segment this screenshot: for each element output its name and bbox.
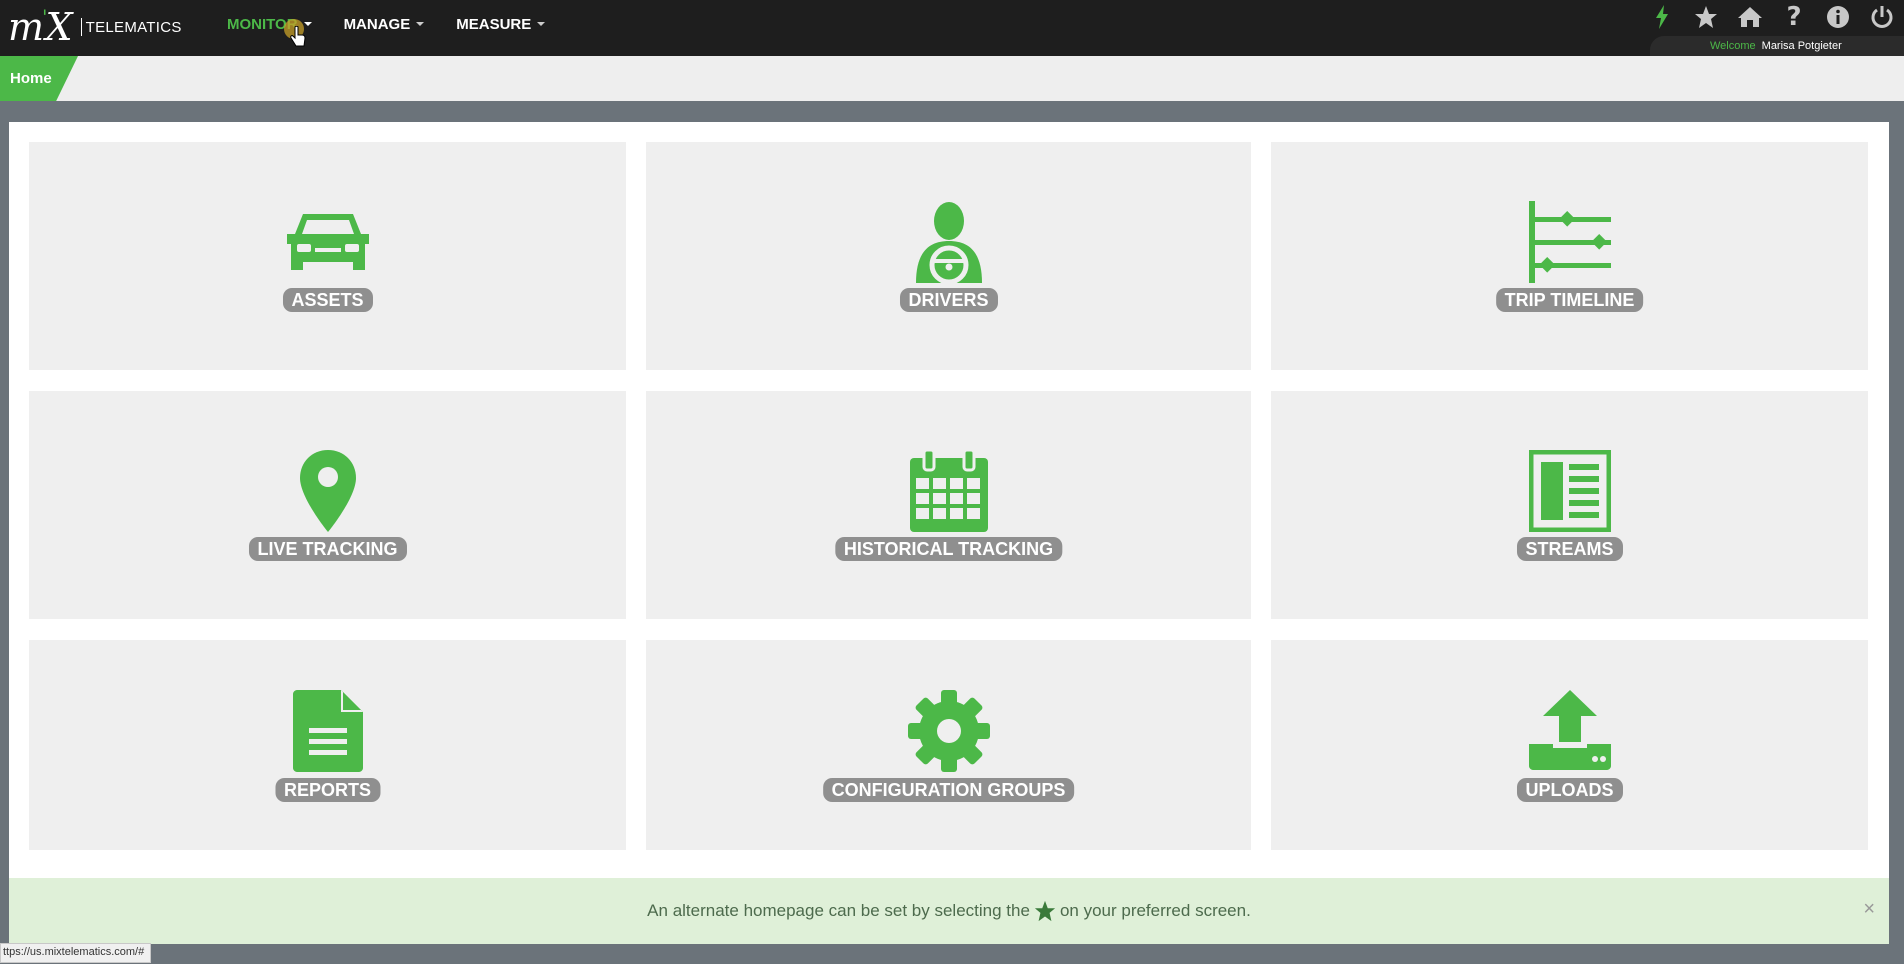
star-icon xyxy=(1034,900,1056,922)
breadcrumb-home[interactable]: Home xyxy=(0,56,78,101)
tile-streams[interactable]: STREAMS xyxy=(1271,391,1868,619)
tile-configuration-groups[interactable]: CONFIGURATION GROUPS xyxy=(646,640,1251,850)
tile-live-tracking[interactable]: LIVE TRACKING xyxy=(29,391,626,619)
upload-icon xyxy=(1528,690,1611,775)
tile-live-tracking-label: LIVE TRACKING xyxy=(248,537,407,561)
chevron-down-icon xyxy=(537,22,546,26)
welcome-label: Welcome xyxy=(1710,40,1756,52)
menu-manage[interactable]: MANAGE xyxy=(344,16,425,33)
menu-measure[interactable]: MEASURE xyxy=(456,15,546,33)
hand-cursor-icon xyxy=(290,25,306,54)
chevron-down-icon xyxy=(416,22,425,26)
welcome-bar: Welcome Marisa Potgieter xyxy=(1650,36,1904,56)
timeline-icon xyxy=(1528,201,1611,288)
document-icon xyxy=(292,690,363,777)
calendar-icon xyxy=(909,448,988,537)
tile-trip-timeline-label: TRIP TIMELINE xyxy=(1495,288,1644,312)
home-icon[interactable] xyxy=(1728,0,1772,34)
top-navbar: m'X TELEMATICS MONITOR MANAGE MEASURE ? … xyxy=(0,0,1904,56)
logo-divider xyxy=(80,18,82,36)
driver-icon xyxy=(914,201,984,288)
bolt-icon[interactable] xyxy=(1640,0,1684,34)
power-icon[interactable] xyxy=(1860,0,1904,34)
tile-assets-label: ASSETS xyxy=(282,288,373,312)
breadcrumb: Home xyxy=(0,56,1904,101)
tile-reports[interactable]: REPORTS xyxy=(29,640,626,850)
home-panel: ASSETS DRIVERS TRIP TIMELINE LIVE TRACKI… xyxy=(9,122,1889,878)
help-icon[interactable]: ? xyxy=(1772,0,1816,34)
tile-uploads-label: UPLOADS xyxy=(1516,778,1623,802)
mix-logo[interactable]: m'X TELEMATICS xyxy=(8,5,182,49)
page-footer-strip xyxy=(163,944,1904,964)
menu-measure-label: MEASURE xyxy=(456,15,532,33)
main-menu: MONITOR MANAGE MEASURE xyxy=(227,0,577,48)
tile-streams-label: STREAMS xyxy=(1516,537,1623,561)
tile-drivers-label: DRIVERS xyxy=(899,288,998,312)
notice-text-after: on your preferred screen. xyxy=(1059,901,1251,920)
user-name[interactable]: Marisa Potgieter xyxy=(1762,40,1842,52)
tile-drivers[interactable]: DRIVERS xyxy=(646,142,1251,370)
info-icon[interactable] xyxy=(1816,0,1860,34)
logo-mark: m'X xyxy=(8,5,73,49)
logo-product-name: TELEMATICS xyxy=(85,18,182,36)
menu-manage-label: MANAGE xyxy=(343,15,411,33)
star-icon[interactable] xyxy=(1684,0,1728,34)
toolbar: ? xyxy=(1640,0,1904,34)
tile-historical-tracking-label: HISTORICAL TRACKING xyxy=(834,537,1063,561)
tile-reports-label: REPORTS xyxy=(274,778,381,802)
homepage-notice: An alternate homepage can be set by sele… xyxy=(9,878,1889,944)
notice-text-before: An alternate homepage can be set by sele… xyxy=(647,901,1030,920)
streams-icon xyxy=(1528,449,1611,537)
tile-assets[interactable]: ASSETS xyxy=(29,142,626,370)
tile-uploads[interactable]: UPLOADS xyxy=(1271,640,1868,850)
map-pin-icon xyxy=(299,450,356,537)
browser-status-url: ttps://us.mixtelematics.com/# xyxy=(0,943,152,963)
car-icon xyxy=(286,210,369,277)
tile-trip-timeline[interactable]: TRIP TIMELINE xyxy=(1271,142,1868,370)
gear-icon xyxy=(907,690,990,777)
tile-configuration-groups-label: CONFIGURATION GROUPS xyxy=(822,778,1075,802)
close-icon[interactable]: × xyxy=(1863,898,1875,921)
tile-historical-tracking[interactable]: HISTORICAL TRACKING xyxy=(646,391,1251,619)
